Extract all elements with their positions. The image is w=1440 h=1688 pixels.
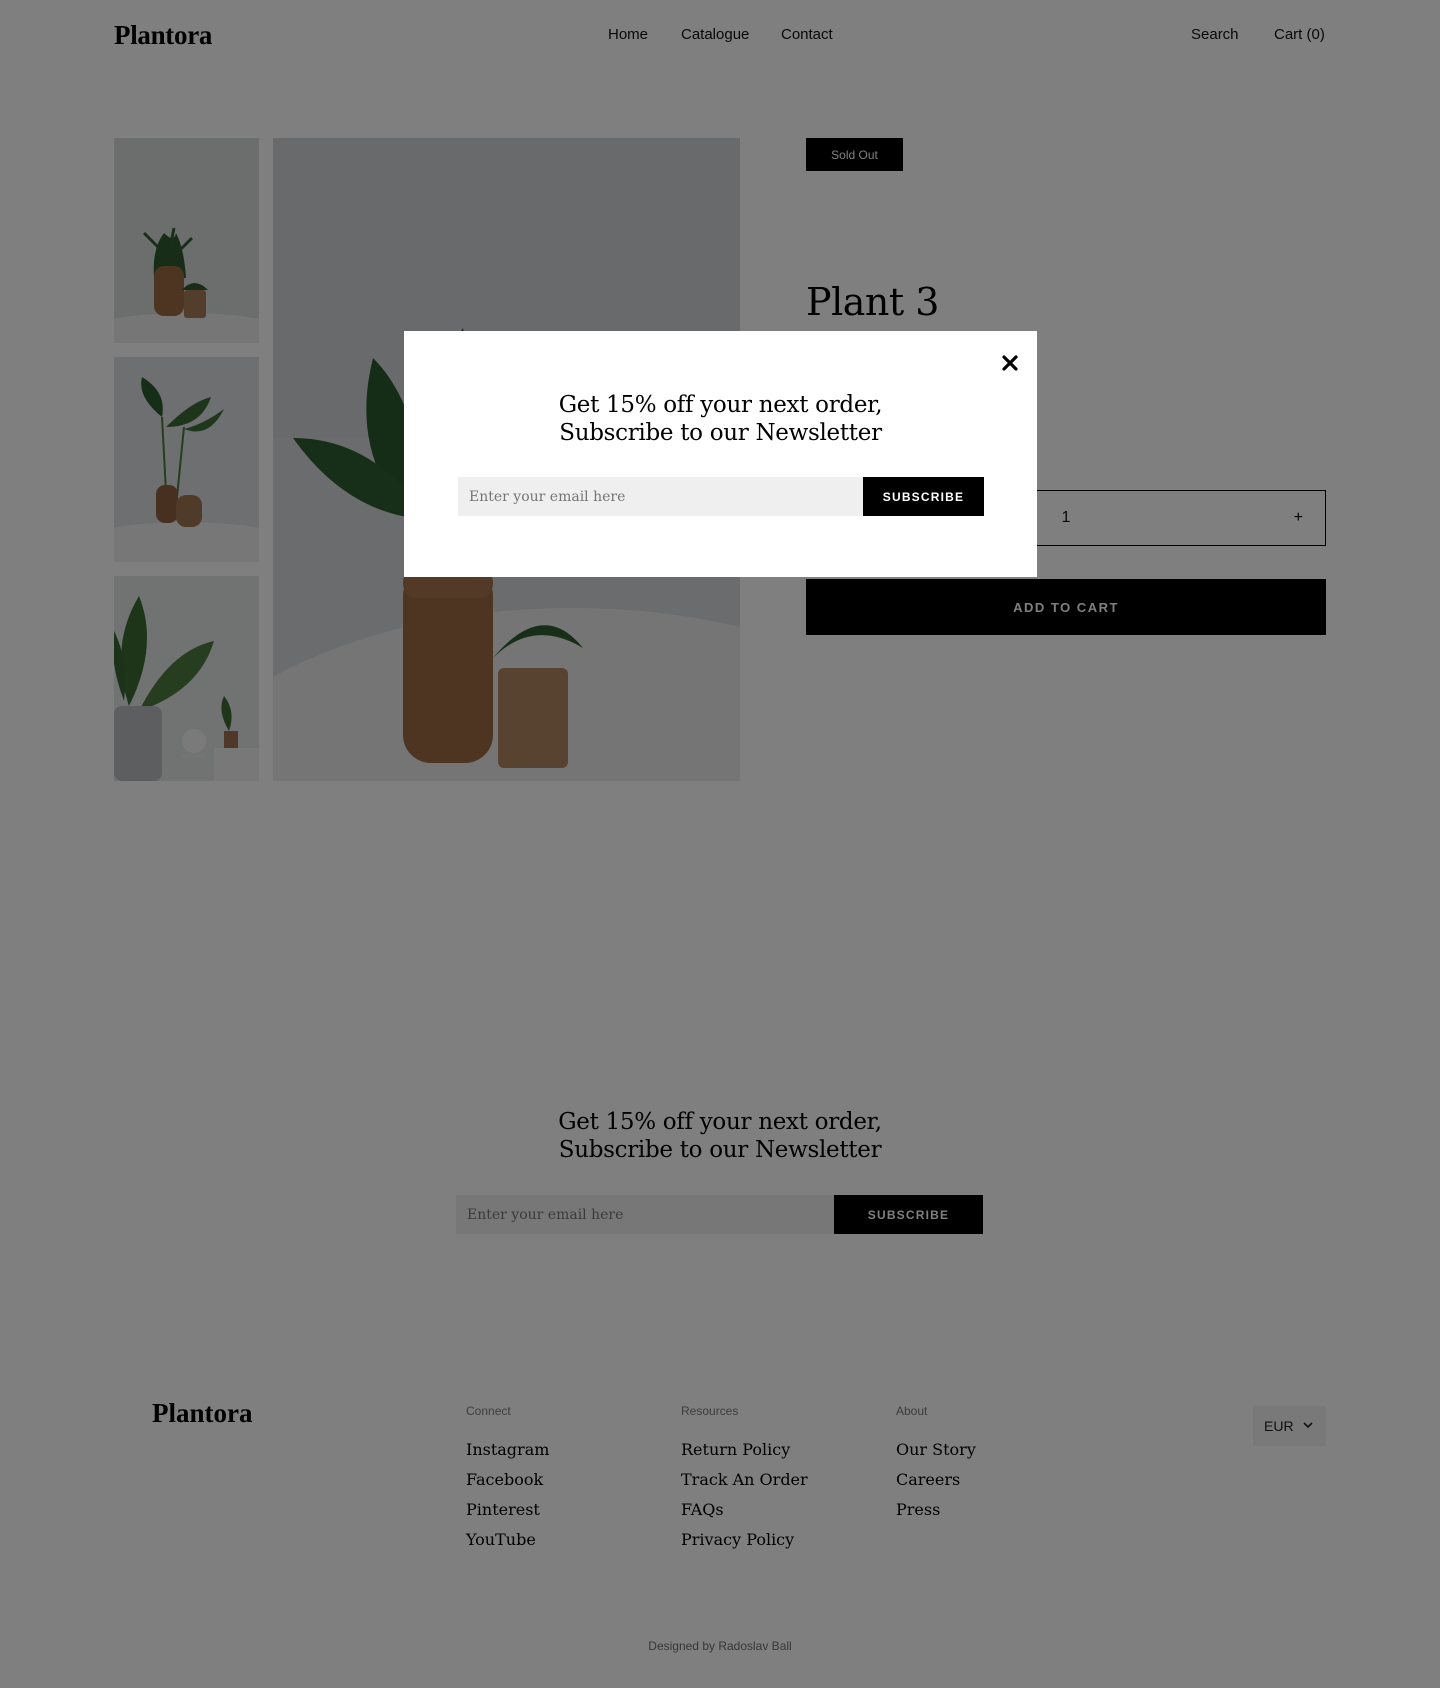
modal-heading-line1: Get 15% off your next order,: [558, 392, 883, 418]
modal-close-button[interactable]: [998, 351, 1022, 375]
newsletter-modal: Get 15% off your next order, Subscribe t…: [404, 331, 1037, 577]
modal-email-input[interactable]: [458, 477, 863, 516]
modal-heading: Get 15% off your next order, Subscribe t…: [404, 391, 1037, 447]
modal-subscribe-button[interactable]: SUBSCRIBE: [863, 477, 984, 516]
close-icon: [1002, 355, 1018, 371]
modal-heading-line2: Subscribe to our Newsletter: [559, 420, 882, 446]
modal-backdrop[interactable]: [0, 0, 1440, 1688]
